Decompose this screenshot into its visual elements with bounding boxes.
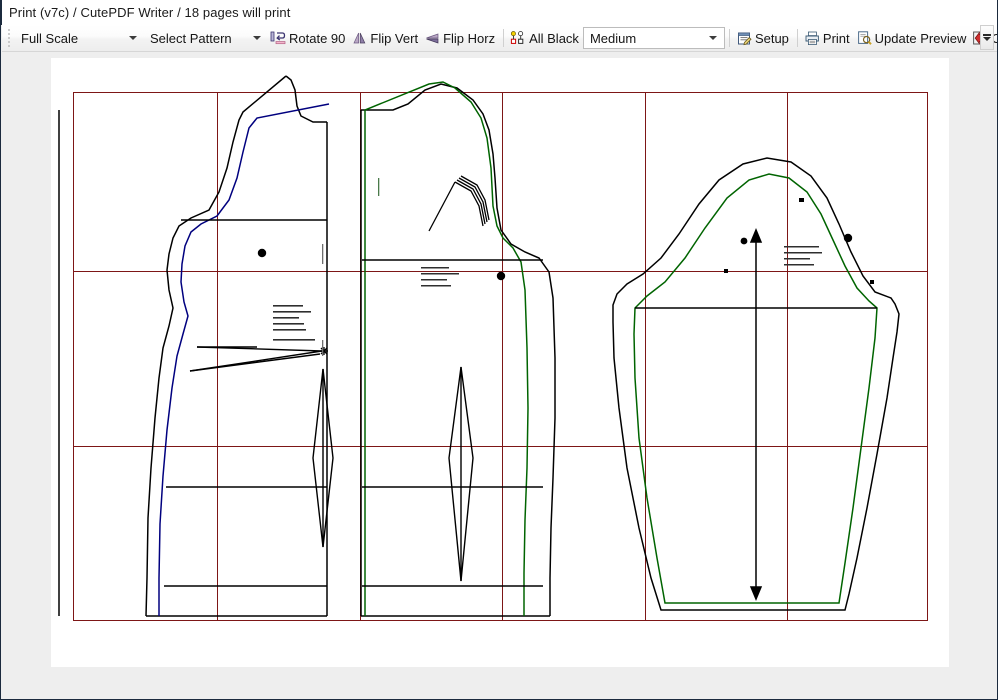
update-preview-button[interactable]: Update Preview: [854, 27, 971, 50]
toolbar-grip[interactable]: [5, 29, 13, 48]
all-black-button[interactable]: All Black: [508, 27, 583, 50]
rotate-90-icon: [270, 30, 287, 47]
print-label: Print: [821, 31, 850, 46]
chevron-down-icon: [129, 36, 137, 40]
pattern-layout-drawing: [51, 58, 949, 667]
front-bust-dart: [190, 347, 322, 371]
flip-horizontal-label: Flip Horz: [441, 31, 495, 46]
sleeve-annotation-text: [784, 246, 822, 266]
back-seam-upper: [365, 82, 528, 616]
toolbar-separator: [503, 29, 504, 47]
chevron-down-icon: [253, 36, 261, 40]
print-preview-canvas[interactable]: [2, 53, 998, 698]
front-apex-marker: [320, 347, 328, 355]
sleeve-notch-lower-back: [870, 280, 874, 284]
tile-grid: [74, 93, 928, 621]
front-bodice-piece: [146, 76, 333, 616]
update-preview-icon: [856, 30, 873, 47]
front-shoulder-neck: [286, 76, 327, 122]
printer-icon: [804, 30, 821, 47]
setup-icon: [736, 30, 753, 47]
front-annotation-text: [273, 305, 315, 341]
pattern-dropdown[interactable]: Select Pattern: [144, 28, 268, 49]
scale-dropdown-value: Full Scale: [15, 31, 78, 46]
back-waist-dart: [449, 367, 473, 581]
toolbar-separator: [729, 29, 730, 47]
front-seam-line: [159, 104, 329, 616]
all-black-icon: [510, 30, 527, 47]
sleeve-notch-lower-front: [724, 269, 728, 273]
chevron-down-icon: [983, 37, 991, 41]
flip-horizontal-icon: [424, 30, 441, 47]
print-button[interactable]: Print: [802, 27, 854, 50]
back-bodice-piece: [59, 82, 555, 616]
front-grainline-label: [322, 244, 323, 356]
back-construction-lines: [362, 260, 543, 586]
flip-vertical-label: Flip Vert: [368, 31, 418, 46]
chevron-down-icon: [709, 36, 717, 40]
back-notch-dot: [497, 272, 505, 280]
rotate-90-button[interactable]: Rotate 90: [268, 27, 349, 50]
setup-label: Setup: [753, 31, 789, 46]
sleeve-piece: [613, 158, 899, 610]
setup-button[interactable]: Setup: [734, 27, 793, 50]
flip-vertical-icon: [351, 30, 368, 47]
update-preview-label: Update Preview: [873, 31, 967, 46]
print-preview-window: Print (v7c) / CutePDF Writer / 18 pages …: [0, 0, 998, 700]
toolbar-separator: [797, 29, 798, 47]
preview-page-sheet: [51, 58, 949, 667]
sleeve-notch-dot-back: [844, 234, 852, 242]
back-shoulder-cut: [361, 84, 555, 616]
sleeve-construction-lines: [635, 236, 877, 593]
front-cut-line: [146, 76, 286, 616]
toolbar: Full Scale Select Pattern Rotate 90: [2, 25, 998, 52]
flip-horizontal-button[interactable]: Flip Horz: [422, 27, 499, 50]
flip-vertical-button[interactable]: Flip Vert: [349, 27, 422, 50]
size-dropdown[interactable]: Medium: [583, 27, 725, 49]
scale-dropdown[interactable]: Full Scale: [15, 28, 144, 49]
front-construction-lines: [164, 220, 327, 586]
all-black-label: All Black: [527, 31, 579, 46]
back-annotation-text: [421, 267, 459, 287]
toolbar-overflow-icon[interactable]: [980, 25, 994, 50]
rotate-90-label: Rotate 90: [287, 31, 345, 46]
pattern-dropdown-value: Select Pattern: [144, 31, 232, 46]
size-dropdown-value: Medium: [584, 31, 636, 46]
back-grainline-label: [378, 178, 379, 196]
front-waist-dart: [313, 369, 333, 547]
window-title-bar: Print (v7c) / CutePDF Writer / 18 pages …: [1, 0, 998, 25]
sleeve-notch-top: [799, 198, 804, 202]
overflow-bar: [983, 34, 991, 36]
front-notch-dot: [258, 249, 266, 257]
page-title: Print (v7c) / CutePDF Writer / 18 pages …: [2, 5, 290, 20]
back-shoulder-dart: [429, 176, 489, 231]
sleeve-notch-dot-front: [741, 238, 748, 245]
